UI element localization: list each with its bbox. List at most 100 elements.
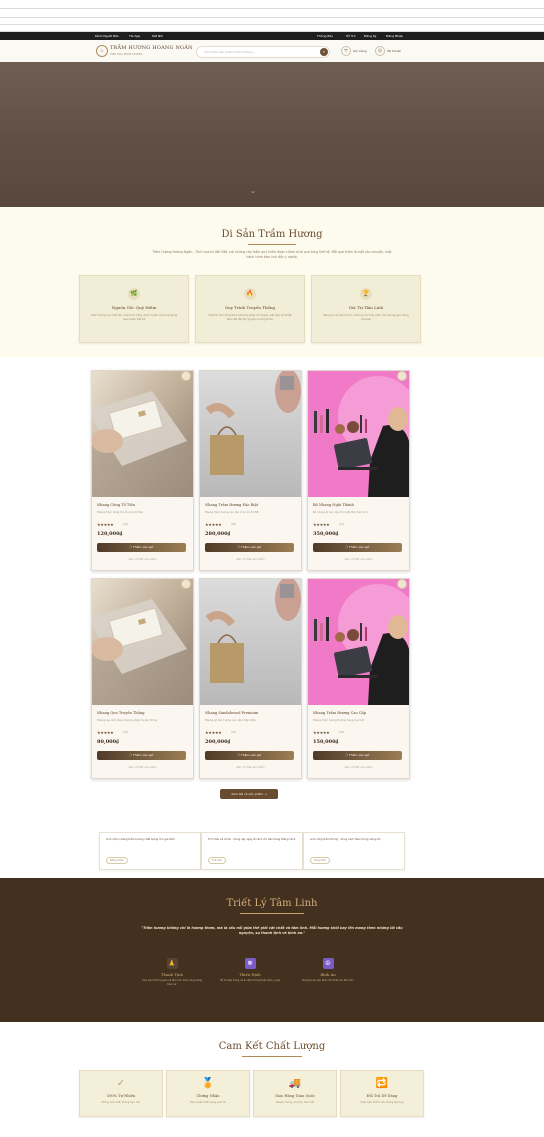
product-desc: Bộ nhang lễ cao cấp cho nghi thức tâm li…	[313, 511, 368, 514]
product-price: 350,000₫	[313, 531, 339, 537]
rating-count: (15)	[231, 731, 237, 734]
medal-icon: 🏅	[201, 1078, 215, 1089]
quality-card-title: Chứng Nhận	[196, 1094, 220, 1098]
review-text: Linh vòng trầm thông · Vòng cách theo tr…	[310, 838, 381, 841]
app-link[interactable]: Tải App	[129, 34, 140, 38]
scroll-down-icon[interactable]: ⌄	[250, 187, 256, 195]
rating-stars: ★★★★★	[97, 730, 114, 735]
rating-count: (20)	[339, 731, 345, 734]
wishlist-icon[interactable]	[397, 579, 407, 589]
product-card[interactable]: Nhang Cũng Tổ Tiên Nhang trầm dùng cho lễ…	[91, 370, 194, 571]
pray-icon: 🙏	[166, 958, 178, 969]
add-to-cart-button[interactable]: ⛉ Thêm vào giỏ	[313, 751, 402, 760]
heritage-card-desc: Chế tác thủ công theo phương pháp cổ tru…	[208, 314, 292, 321]
wishlist-icon[interactable]	[397, 371, 407, 381]
seller-link[interactable]: Kênh Người Bán	[95, 34, 119, 38]
quality-card: ✓ 100% Tự Nhiên Không hóa chất, không hạ…	[79, 1070, 163, 1117]
add-to-cart-button[interactable]: ⛉ Thêm vào giỏ	[313, 543, 402, 552]
trophy-icon: 🏆	[360, 288, 372, 300]
search-placeholder: Tìm kiếm sản phẩm trầm hương...	[204, 50, 256, 54]
heritage-card-title: Giá Trị Tâm Linh	[348, 305, 384, 310]
add-to-cart-button[interactable]: ⛉ Thêm vào giỏ	[97, 543, 186, 552]
view-detail-link[interactable]: Xem chi tiết sản phẩm	[92, 766, 193, 769]
product-price: 150,000₫	[313, 739, 339, 745]
rating-count: (12)	[339, 523, 345, 526]
product-desc: Nhang trầm hương cao cấp chọn lọc từ đất	[205, 511, 259, 514]
product-image[interactable]	[92, 579, 193, 705]
product-image-wrap[interactable]	[308, 371, 409, 497]
product-name[interactable]: Nhang Cũng Tổ Tiên	[97, 503, 135, 507]
product-price: 120,000₫	[97, 531, 123, 537]
view-detail-link[interactable]: Xem chi tiết sản phẩm	[200, 766, 301, 769]
review-tag[interactable]: Nhang Trầm	[106, 857, 128, 864]
product-image[interactable]	[200, 371, 301, 497]
wishlist-icon[interactable]	[181, 579, 191, 589]
product-image-wrap[interactable]	[92, 371, 193, 497]
rating-count: (32)	[123, 731, 129, 734]
product-name[interactable]: Nhang Trầm Hương Đặc Biệt	[205, 503, 258, 507]
title-divider	[240, 913, 304, 914]
view-detail-link[interactable]: Xem chi tiết sản phẩm	[308, 558, 409, 561]
product-name[interactable]: Bộ Nhang Nghi Thánh	[313, 503, 354, 507]
register-link[interactable]: Đăng Ký	[364, 34, 376, 38]
review-tag[interactable]: Tinh dầu	[208, 857, 226, 864]
product-image[interactable]	[308, 371, 409, 497]
product-image[interactable]	[92, 371, 193, 497]
product-card[interactable]: Nhang Trầm Hương Đặc Biệt Nhang trầm hươn…	[199, 370, 302, 571]
quality-card-desc: Không hóa chất, không hạn, độc	[101, 1101, 141, 1104]
add-to-cart-button[interactable]: ⛉ Thêm vào giỏ	[97, 751, 186, 760]
brand-name[interactable]: TRẦM HƯƠNG HOÀNG NGÂN	[110, 45, 193, 51]
product-card[interactable]: Bộ Nhang Nghi Thánh Bộ nhang lễ cao cấp c…	[307, 370, 410, 571]
quality-card-desc: Đạt chuẩn chất lượng quốc tế	[190, 1101, 226, 1104]
notifications-link[interactable]: Thông Báo	[317, 34, 333, 38]
product-name[interactable]: Nhang Que Truyền Thống	[97, 711, 145, 715]
search-icon[interactable]: ⌕	[320, 48, 328, 56]
product-card[interactable]: Nhang Sandalwood Premium Nhang gỗ đàn hươ…	[199, 578, 302, 779]
product-card[interactable]: Nhang Trầm Hương Cao Cấp Nhang trầm hương…	[307, 578, 410, 779]
add-to-cart-button[interactable]: ⛉ Thêm vào giỏ	[205, 543, 294, 552]
product-image[interactable]	[308, 579, 409, 705]
philosophy-item-title: Thiền Định	[239, 972, 261, 977]
heritage-intro: Trầm Hương Hoàng Ngân - Tinh hoa từ đất …	[152, 250, 392, 259]
view-detail-link[interactable]: Xem chi tiết sản phẩm	[308, 766, 409, 769]
rating-stars: ★★★★★	[205, 730, 222, 735]
connect-link[interactable]: Kết Nối	[152, 34, 163, 38]
quality-title: Cam Kết Chất Lượng	[218, 1041, 326, 1052]
view-all-button[interactable]: Xem tất cả sản phẩm →	[220, 789, 278, 799]
wishlist-icon[interactable]	[181, 371, 191, 381]
heritage-card: 🌿 Nguồn Gốc Quý Hiếm Trầm hương tự nhiên…	[79, 275, 189, 343]
add-to-cart-label: Thêm vào giỏ	[348, 753, 370, 757]
product-image-wrap[interactable]	[308, 579, 409, 705]
product-desc: Nhang gỗ đàn hương cao cấp nhập khẩu	[205, 719, 256, 722]
product-image-wrap[interactable]	[200, 579, 301, 705]
product-image-wrap[interactable]	[200, 371, 301, 497]
product-card[interactable]: Nhang Que Truyền Thống Nhang que làm theo…	[91, 578, 194, 779]
account-button[interactable]: ☺ Tài khoản	[375, 46, 401, 56]
support-link[interactable]: Hỗ Trợ	[346, 34, 356, 38]
logo-icon[interactable]: ♨	[96, 45, 108, 57]
add-to-cart-button[interactable]: ⛉ Thêm vào giỏ	[205, 751, 294, 760]
quality-card: 🔁 Đổi Trả Dễ Dàng Hoàn tiền 100% nếu khô…	[340, 1070, 424, 1117]
hero-banner: ⌄	[0, 62, 544, 215]
product-image[interactable]	[200, 579, 301, 705]
review-card: Linh vòng trầm thông · Vòng cách theo tr…	[303, 832, 405, 870]
search-input[interactable]: Tìm kiếm sản phẩm trầm hương... ⌕	[196, 46, 330, 58]
cart-button[interactable]: ⛉ Giỏ hàng	[341, 46, 367, 56]
review-tag[interactable]: Vòng trầm	[310, 857, 330, 864]
view-detail-link[interactable]: Xem chi tiết sản phẩm	[200, 558, 301, 561]
product-image-wrap[interactable]	[92, 579, 193, 705]
product-name[interactable]: Nhang Sandalwood Premium	[205, 711, 258, 715]
user-icon: ☺	[375, 46, 385, 56]
review-text: Tinh dầu và chính · Cũng dịp ngày lễ các…	[208, 838, 296, 841]
rating-stars: ★★★★★	[205, 522, 222, 527]
review-card: Tinh dầu và chính · Cũng dịp ngày lễ các…	[201, 832, 303, 870]
login-link[interactable]: Đăng Nhập	[386, 34, 403, 38]
product-name[interactable]: Nhang Trầm Hương Cao Cấp	[313, 711, 366, 715]
product-price: 80,000₫	[97, 739, 119, 745]
cart-icon: ⛉	[341, 46, 351, 56]
quality-card-desc: Nhanh chóng, an toàn, bảo mật	[276, 1101, 314, 1104]
review-text: Linh chọn nhang trầm hương chất lượng ch…	[106, 838, 175, 841]
heritage-card-title: Quy Trình Truyền Thống	[224, 305, 276, 310]
view-detail-link[interactable]: Xem chi tiết sản phẩm	[92, 558, 193, 561]
rating-count: (24)	[123, 523, 129, 526]
